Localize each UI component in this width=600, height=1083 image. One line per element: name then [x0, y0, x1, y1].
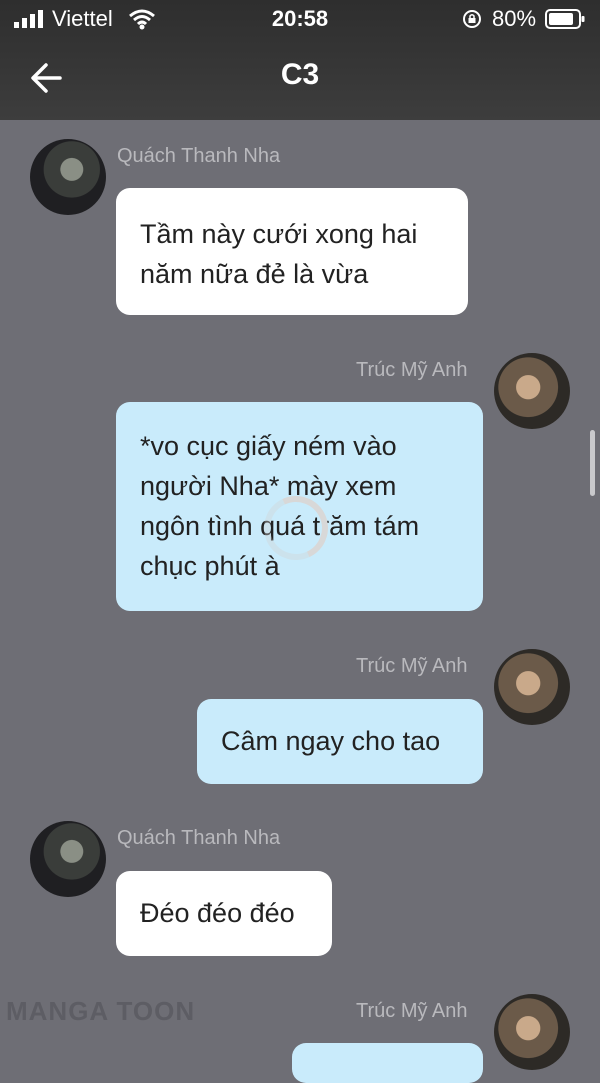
battery-percent: 80% — [492, 6, 537, 31]
rotation-lock-icon — [463, 10, 481, 28]
sender-name: Quách Thanh Nha — [117, 145, 281, 167]
avatar[interactable] — [30, 821, 106, 897]
message-bubble[interactable]: Tầm này cưới xong hai năm nữa đẻ là vừa — [116, 188, 468, 315]
message-bubble[interactable]: Câm ngay cho tao — [197, 699, 483, 784]
watermark: MANGA TOON — [6, 996, 196, 1026]
battery-icon — [545, 9, 585, 29]
status-bar: Viettel 20:58 80% — [0, 0, 600, 40]
sender-name: Quách Thanh Nha — [117, 827, 281, 849]
top-bar: Viettel 20:58 80% C3 — [0, 0, 600, 120]
nav-bar: C3 — [0, 40, 600, 120]
avatar[interactable] — [494, 649, 570, 725]
avatar[interactable] — [494, 994, 570, 1070]
chat-title: C3 — [280, 58, 320, 91]
scrollbar-thumb[interactable] — [590, 430, 595, 496]
avatar[interactable] — [30, 139, 106, 215]
message-bubble[interactable] — [292, 1043, 483, 1083]
message-line: năm nữa đẻ là vừa — [140, 259, 369, 289]
message-line: Tầm này cưới xong hai — [140, 219, 418, 249]
message-line: Đéo đéo đéo — [140, 898, 295, 928]
avatar[interactable] — [494, 353, 570, 429]
sender-name: Trúc Mỹ Anh — [356, 1000, 468, 1022]
message-line: *vo cục giấy ném vào — [140, 431, 397, 461]
sender-name: Trúc Mỹ Anh — [356, 359, 468, 381]
message-line: Câm ngay cho tao — [221, 726, 441, 756]
message-bubble[interactable]: Đéo đéo đéo — [116, 871, 332, 956]
sender-name: Trúc Mỹ Anh — [356, 655, 468, 677]
